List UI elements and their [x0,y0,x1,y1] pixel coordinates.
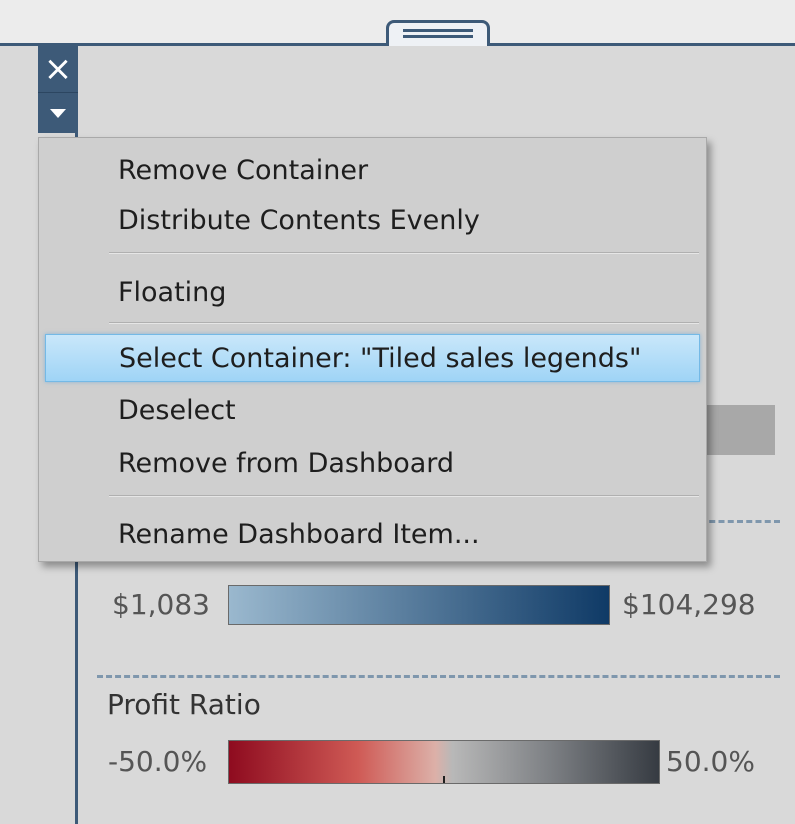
dropdown-triangle-icon [50,108,66,118]
menu-item-remove-from-dashboard[interactable]: Remove from Dashboard [45,439,700,487]
menu-item-remove-container[interactable]: Remove Container [45,146,700,194]
container-context-menu: Remove Container Distribute Contents Eve… [38,137,707,562]
menu-separator [109,322,699,324]
profit-ratio-legend-min: -50.0% [108,745,208,778]
sales-legend-min: $1,083 [112,588,210,621]
legend-divider [97,675,780,678]
menu-separator [109,495,699,497]
menu-item-select-container[interactable]: Select Container: "Tiled sales legends" [45,334,700,382]
profit-ratio-legend-max: 50.0% [666,745,755,778]
container-drag-handle[interactable] [386,20,490,46]
grip-line [403,29,473,32]
menu-separator [109,252,699,254]
container-menu-button[interactable] [38,92,78,133]
legend-placeholder-bar [700,405,775,455]
menu-item-floating[interactable]: Floating [45,268,700,316]
menu-item-deselect[interactable]: Deselect [45,386,700,434]
menu-item-distribute-contents-evenly[interactable]: Distribute Contents Evenly [45,196,700,244]
legend-divider [700,520,780,523]
menu-item-rename-dashboard-item[interactable]: Rename Dashboard Item... [45,510,700,558]
center-tick-mark [443,776,445,783]
sales-legend-max: $104,298 [622,588,756,621]
profit-ratio-legend-title: Profit Ratio [107,688,261,721]
grip-line [403,35,473,38]
sales-color-ramp[interactable] [228,585,610,625]
close-icon: × [43,49,73,89]
profit-ratio-color-ramp[interactable] [228,740,660,784]
close-button[interactable]: × [38,46,78,92]
